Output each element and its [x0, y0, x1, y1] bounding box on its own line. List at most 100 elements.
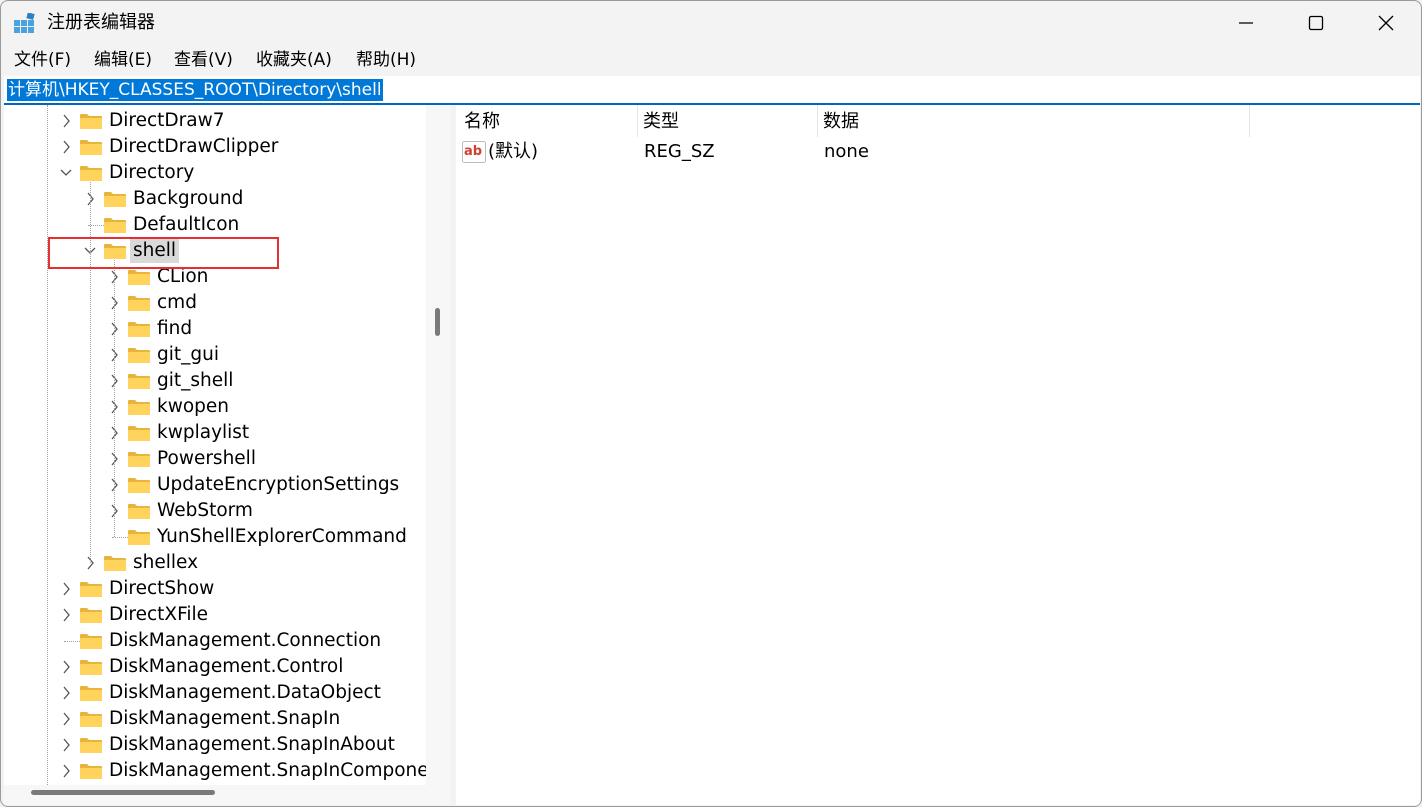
folder-icon	[127, 373, 151, 390]
tree-item-label: Powershell	[157, 448, 256, 469]
folder-icon	[79, 763, 103, 780]
folder-icon	[79, 113, 103, 130]
folder-icon	[127, 477, 151, 494]
menu-favorites[interactable]: 收藏夹(A)	[252, 49, 336, 71]
tree-vertical-scroll-thumb[interactable]	[435, 308, 440, 336]
chevron-right-icon[interactable]	[59, 762, 73, 780]
tree-vertical-scrollbar[interactable]	[426, 105, 450, 785]
folder-icon	[79, 659, 103, 676]
tree-item-label: DirectDraw7	[109, 110, 225, 131]
tree-guide-line	[112, 537, 128, 538]
tree-item-kwopen[interactable]: kwopen	[4, 394, 424, 420]
svg-text:ab: ab	[464, 144, 482, 159]
tree-item-label: DirectShow	[109, 578, 215, 599]
folder-icon	[127, 503, 151, 520]
tree-item-label: shellex	[133, 552, 199, 573]
tree-item-background[interactable]: Background	[4, 186, 424, 212]
title-bar: 注册表编辑器	[1, 1, 1421, 45]
tree-item-label: find	[157, 318, 193, 339]
tree-item-label: DirectDrawClipper	[109, 136, 279, 157]
tree-item-label: DirectXFile	[109, 604, 209, 625]
chevron-right-icon[interactable]	[59, 684, 73, 702]
menu-bar: 文件(F) 编辑(E) 查看(V) 收藏夹(A) 帮助(H)	[1, 45, 1421, 75]
tree-item-label: Background	[133, 188, 244, 209]
tree-item-directory[interactable]: Directory	[4, 160, 424, 186]
tree-item-label: WebStorm	[157, 500, 253, 521]
folder-icon	[79, 607, 103, 624]
minimize-icon	[1239, 22, 1253, 24]
address-bar[interactable]: 计算机\HKEY_CLASSES_ROOT\Directory\shell	[4, 76, 1420, 105]
tree-item-label: kwopen	[157, 396, 230, 417]
value-name[interactable]: (默认)	[488, 140, 538, 164]
tree-item-diskmanagement-snapin[interactable]: DiskManagement.SnapIn	[4, 706, 424, 732]
chevron-right-icon[interactable]	[59, 658, 73, 676]
tree-item-label: git_shell	[157, 370, 234, 391]
tree-item-label: UpdateEncryptionSettings	[157, 474, 400, 495]
tree-item-git-shell[interactable]: git_shell	[4, 368, 424, 394]
tree-item-diskmanagement-snapincomponent[interactable]: DiskManagement.SnapInComponent	[4, 758, 448, 784]
tree-item-webstorm[interactable]: WebStorm	[4, 498, 424, 524]
chevron-right-icon[interactable]	[59, 580, 73, 598]
chevron-right-icon[interactable]	[59, 138, 73, 156]
folder-icon	[103, 555, 127, 572]
chevron-down-icon[interactable]	[59, 164, 73, 182]
column-divider[interactable]	[817, 105, 818, 137]
folder-icon	[79, 581, 103, 598]
menu-edit[interactable]: 编辑(E)	[90, 49, 156, 71]
chevron-right-icon[interactable]	[59, 710, 73, 728]
tree-item-label: git_gui	[157, 344, 219, 365]
column-header-data[interactable]: 数据	[823, 110, 859, 134]
tree-horizontal-scrollbar[interactable]	[4, 785, 450, 805]
chevron-right-icon[interactable]	[59, 736, 73, 754]
folder-icon	[79, 165, 103, 182]
folder-icon	[127, 529, 151, 546]
tree-item-directdraw7[interactable]: DirectDraw7	[4, 108, 424, 134]
folder-icon	[103, 217, 127, 234]
tree-item-diskmanagement-dataobject[interactable]: DiskManagement.DataObject	[4, 680, 424, 706]
maximize-button[interactable]	[1281, 1, 1351, 45]
column-divider[interactable]	[1249, 105, 1250, 137]
chevron-right-icon[interactable]	[59, 606, 73, 624]
folder-icon	[127, 295, 151, 312]
tree-horizontal-scroll-thumb[interactable]	[31, 790, 215, 795]
column-header-name[interactable]: 名称	[464, 110, 500, 134]
column-divider[interactable]	[637, 105, 638, 137]
tree-item-shellex[interactable]: shellex	[4, 550, 424, 576]
tree-item-label: cmd	[157, 292, 197, 313]
tree-item-yunshellexplorercommand[interactable]: YunShellExplorerCommand	[4, 524, 424, 550]
tree-item-diskmanagement-snapinabout[interactable]: DiskManagement.SnapInAbout	[4, 732, 424, 758]
tree-item-cmd[interactable]: cmd	[4, 290, 424, 316]
minimize-button[interactable]	[1211, 1, 1281, 45]
tree-item-diskmanagement-control[interactable]: DiskManagement.Control	[4, 654, 424, 680]
tree-item-diskmanagement-connection[interactable]: DiskManagement.Connection	[4, 628, 424, 654]
tree-item-find[interactable]: find	[4, 316, 424, 342]
address-path[interactable]: 计算机\HKEY_CLASSES_ROOT\Directory\shell	[7, 79, 383, 101]
menu-help[interactable]: 帮助(H)	[352, 49, 420, 71]
column-header-type[interactable]: 类型	[643, 110, 679, 134]
tree-item-directxfile[interactable]: DirectXFile	[4, 602, 424, 628]
folder-icon	[79, 139, 103, 156]
tree-item-label: DiskManagement.Control	[109, 656, 344, 677]
tree-item-directdrawclipper[interactable]: DirectDrawClipper	[4, 134, 424, 160]
menu-view[interactable]: 查看(V)	[170, 49, 237, 71]
tree-item-powershell[interactable]: Powershell	[4, 446, 424, 472]
values-list-pane[interactable]: 名称 类型 数据 ab (默认) REG_SZ none	[456, 105, 1420, 805]
tree-item-git-gui[interactable]: git_gui	[4, 342, 424, 368]
folder-icon	[127, 321, 151, 338]
window-title: 注册表编辑器	[47, 12, 155, 33]
string-value-icon: ab	[462, 141, 486, 163]
folder-icon	[79, 685, 103, 702]
menu-file[interactable]: 文件(F)	[10, 49, 75, 71]
tree-item-defaulticon[interactable]: DefaultIcon	[4, 212, 424, 238]
close-icon	[1378, 15, 1394, 31]
tree-item-updateencryptionsettings[interactable]: UpdateEncryptionSettings	[4, 472, 424, 498]
folder-icon	[79, 633, 103, 650]
chevron-right-icon[interactable]	[59, 112, 73, 130]
tree-item-directshow[interactable]: DirectShow	[4, 576, 424, 602]
folder-icon	[127, 399, 151, 416]
close-button[interactable]	[1351, 1, 1421, 45]
tree-guide-line	[114, 260, 115, 537]
tree-item-kwplaylist[interactable]: kwplaylist	[4, 420, 424, 446]
key-tree-pane[interactable]: DirectDraw7 DirectDrawClipper Directory Bac…	[4, 105, 450, 805]
tree-item-label: DiskManagement.Connection	[109, 630, 382, 651]
